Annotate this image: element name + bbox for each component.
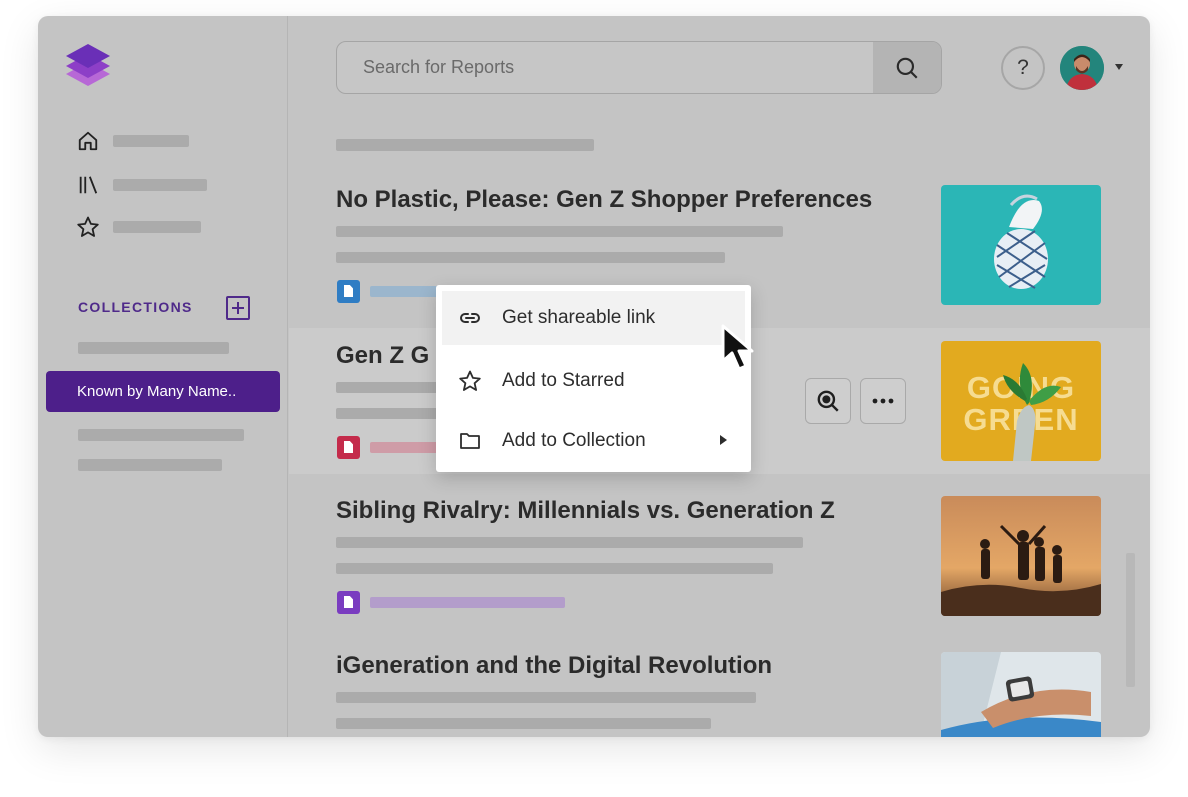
folder-icon	[458, 429, 482, 453]
report-title[interactable]: iGeneration and the Digital Revolution	[336, 652, 772, 680]
search-bar	[336, 41, 942, 94]
context-menu: Get shareable link Add to Starred Add to…	[436, 285, 751, 472]
report-tag-placeholder	[370, 442, 440, 453]
report-thumbnail[interactable]	[941, 185, 1101, 305]
star-outline-icon	[458, 369, 482, 393]
sidebar-item-library[interactable]	[76, 173, 207, 197]
menu-item-label: Get shareable link	[502, 307, 656, 328]
sidebar-item-label-placeholder	[113, 221, 201, 233]
report-text-placeholder	[336, 692, 756, 703]
collection-item-active[interactable]: Known by Many Name..	[46, 371, 280, 412]
sidebar-item-label-placeholder	[113, 179, 207, 191]
menu-item-get-shareable-link[interactable]: Get shareable link	[442, 291, 745, 345]
report-title[interactable]: Sibling Rivalry: Millennials vs. Generat…	[336, 497, 835, 525]
user-avatar[interactable]	[1060, 46, 1104, 90]
report-title[interactable]: Gen Z G	[336, 342, 429, 370]
report-tag-placeholder	[370, 286, 440, 297]
add-collection-icon[interactable]	[226, 296, 250, 320]
report-text-placeholder	[336, 718, 711, 729]
search-icon	[896, 57, 918, 79]
report-title[interactable]: No Plastic, Please: Gen Z Shopper Prefer…	[336, 186, 872, 214]
sidebar-item-home[interactable]	[76, 129, 189, 153]
collection-item-placeholder[interactable]	[78, 429, 244, 441]
more-horizontal-icon	[872, 398, 894, 404]
document-icon	[337, 280, 360, 303]
report-text-placeholder	[336, 252, 725, 263]
more-options-button[interactable]	[860, 378, 906, 424]
document-icon	[337, 591, 360, 614]
report-text-placeholder	[336, 563, 773, 574]
zoom-preview-icon	[817, 390, 839, 412]
menu-item-label: Add to Collection	[502, 430, 646, 451]
help-button[interactable]: ?	[1001, 46, 1045, 90]
account-menu-caret-icon[interactable]	[1115, 64, 1123, 70]
home-icon	[76, 129, 100, 153]
list-heading-placeholder	[336, 139, 594, 151]
link-icon	[458, 306, 482, 330]
sidebar-item-starred[interactable]	[76, 215, 201, 239]
brand-logo-icon[interactable]	[64, 42, 112, 90]
preview-button[interactable]	[805, 378, 851, 424]
document-icon	[337, 436, 360, 459]
report-tag-placeholder	[370, 597, 565, 608]
report-thumbnail[interactable]	[941, 496, 1101, 616]
list-scrollbar[interactable]	[1126, 553, 1135, 687]
report-text-placeholder	[336, 226, 783, 237]
library-icon	[76, 173, 100, 197]
chevron-right-icon	[720, 435, 727, 445]
menu-item-label: Add to Starred	[502, 370, 625, 391]
collection-item-placeholder[interactable]	[78, 459, 222, 471]
sidebar: COLLECTIONS Known by Many Name..	[38, 16, 288, 737]
mouse-cursor-icon	[718, 323, 762, 373]
sidebar-item-label-placeholder	[113, 135, 189, 147]
star-icon	[76, 215, 100, 239]
search-input[interactable]	[337, 42, 873, 93]
report-text-placeholder	[336, 537, 803, 548]
menu-item-add-to-starred[interactable]: Add to Starred	[436, 351, 751, 411]
report-thumbnail[interactable]: GOING GREEN	[941, 341, 1101, 461]
search-button[interactable]	[873, 42, 941, 93]
menu-item-add-to-collection[interactable]: Add to Collection	[436, 411, 751, 471]
collections-heading: COLLECTIONS	[78, 299, 193, 315]
collection-item-placeholder[interactable]	[78, 342, 229, 354]
report-thumbnail[interactable]	[941, 652, 1101, 737]
